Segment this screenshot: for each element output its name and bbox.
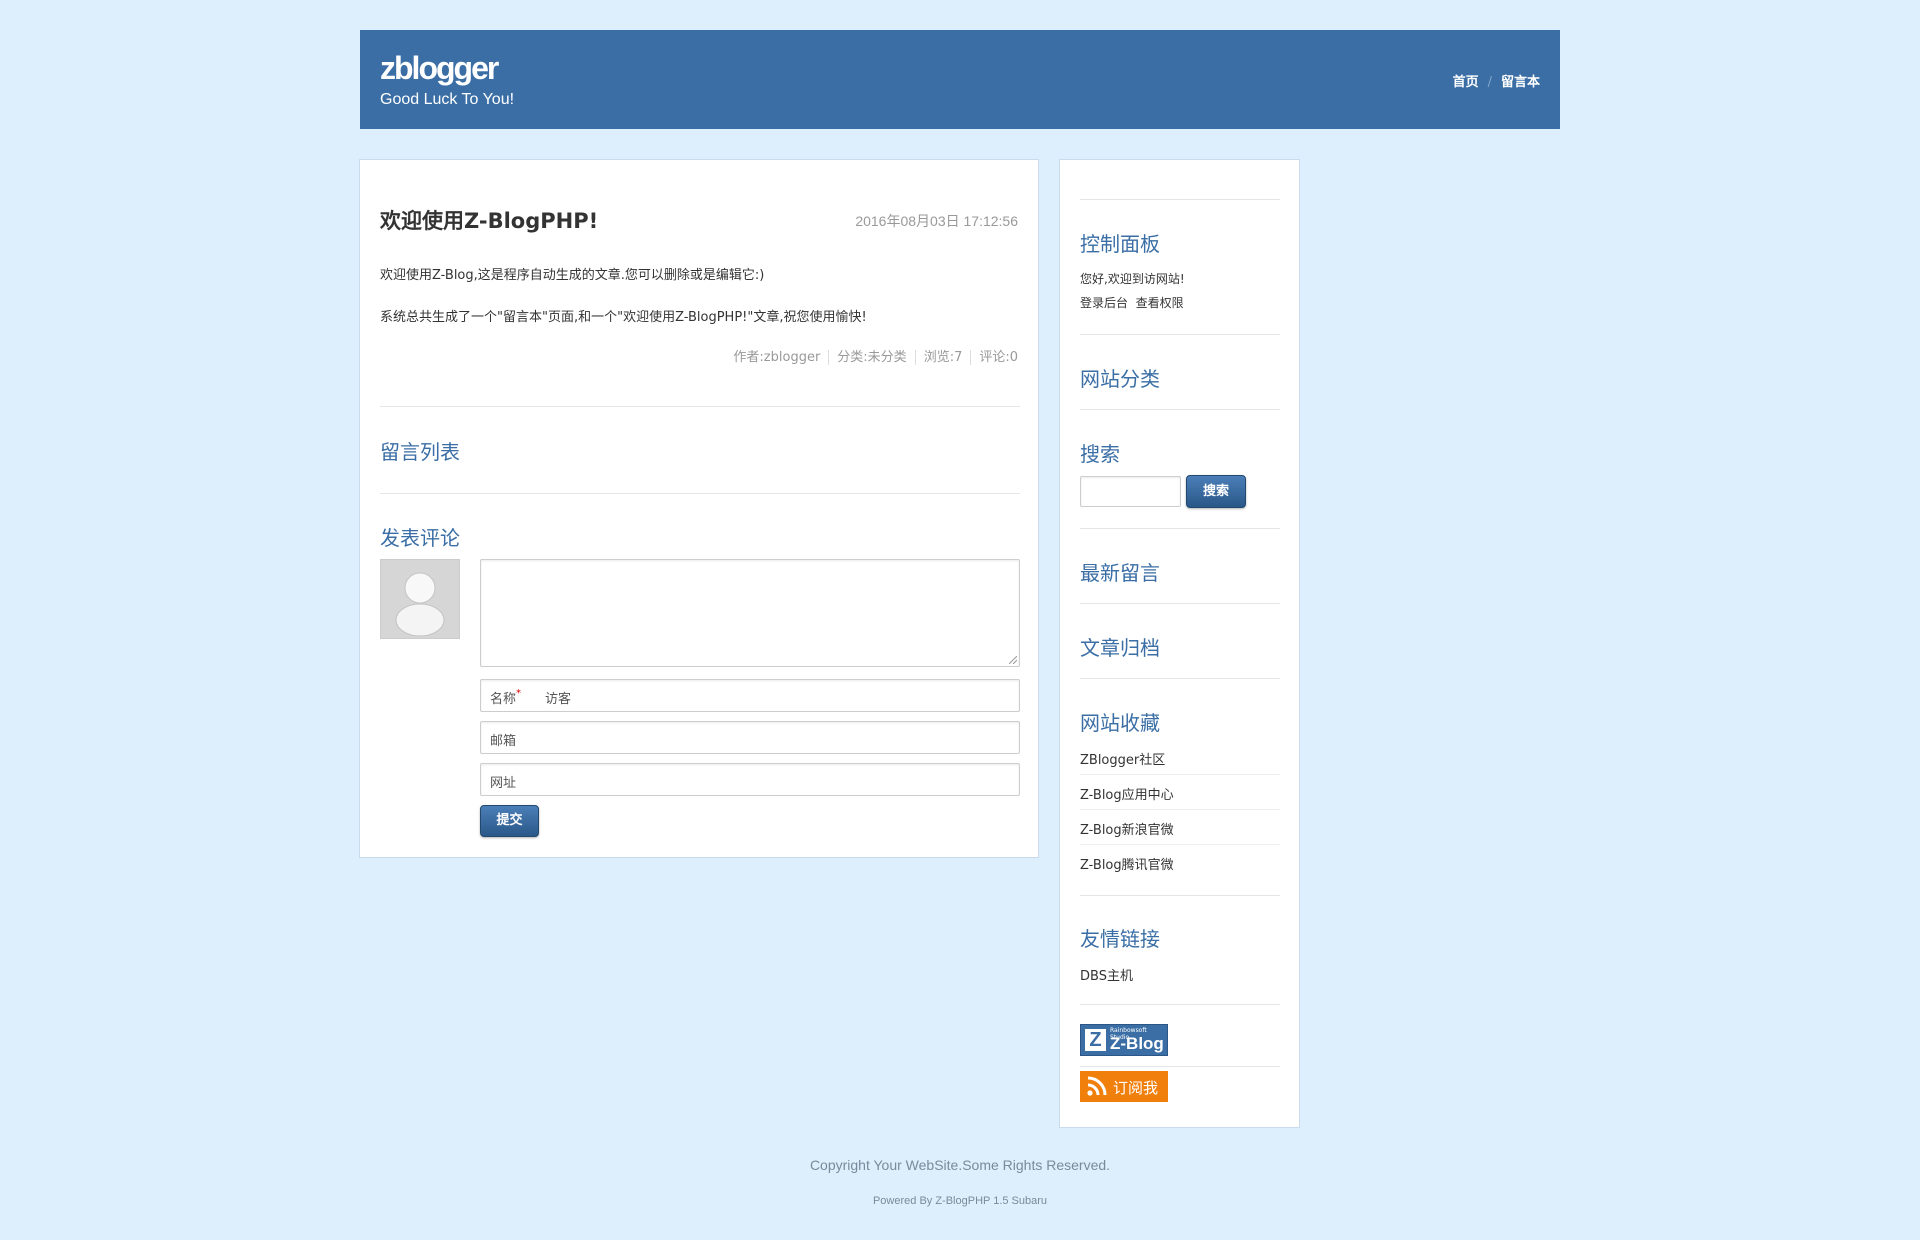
control-panel-links: 登录后台 查看权限: [1080, 294, 1184, 311]
divider: [1080, 409, 1280, 410]
sidebar: 控制面板 您好,欢迎到访网站! 登录后台 查看权限 网站分类 搜索 搜索 最新留…: [1059, 159, 1300, 1128]
url-label: 网址: [490, 776, 517, 791]
favorite-link[interactable]: Z-Blog腾讯官微: [1080, 854, 1174, 873]
post-comments-count: 评论:0: [970, 350, 1018, 365]
post-meta: 作者:zblogger 分类:未分类 浏览:7 评论:0: [725, 346, 1018, 365]
name-label: 名称*: [490, 688, 522, 707]
login-link[interactable]: 登录后台: [1080, 296, 1128, 310]
name-value[interactable]: 访客: [545, 688, 571, 707]
main-nav: 首页 / 留言本: [1453, 71, 1540, 90]
divider: [1080, 528, 1280, 529]
divider: [1080, 678, 1280, 679]
post-category[interactable]: 分类:未分类: [828, 350, 915, 365]
email-field[interactable]: 邮箱: [480, 721, 1020, 754]
email-label: 邮箱: [490, 734, 517, 749]
url-field[interactable]: 网址: [480, 763, 1020, 796]
submit-button[interactable]: 提交: [480, 805, 539, 837]
link-divider: [1080, 774, 1280, 775]
resize-grip-icon[interactable]: [1009, 656, 1017, 664]
categories-title: 网站分类: [1080, 367, 1160, 391]
favorite-link[interactable]: ZBlogger社区: [1080, 749, 1165, 768]
rss-icon: [1087, 1076, 1107, 1096]
favorite-link[interactable]: Z-Blog新浪官微: [1080, 819, 1174, 838]
divider: [380, 406, 1020, 407]
zblog-logo-letter: Z: [1085, 1029, 1106, 1051]
required-mark: *: [516, 688, 522, 699]
friend-links-title: 友情链接: [1080, 927, 1160, 951]
control-panel-title: 控制面板: [1080, 232, 1160, 256]
rss-subscribe-button[interactable]: 订阅我: [1080, 1071, 1168, 1102]
search-input[interactable]: [1080, 476, 1181, 507]
post-paragraph: 系统总共生成了一个"留言本"页面,和一个"欢迎使用Z-BlogPHP!"文章,祝…: [380, 310, 867, 325]
post-date: 2016年08月03日 17:12:56: [855, 213, 1018, 229]
comment-textarea[interactable]: [480, 559, 1020, 667]
comment-form-title: 发表评论: [380, 526, 460, 550]
post-paragraph: 欢迎使用Z-Blog,这是程序自动生成的文章.您可以删除或是编辑它:): [380, 268, 765, 283]
site-title[interactable]: zblogger: [380, 50, 499, 87]
divider: [1080, 199, 1280, 200]
name-field[interactable]: 名称* 访客: [480, 679, 1020, 712]
link-divider: [1080, 809, 1280, 810]
link-divider: [1080, 844, 1280, 845]
control-panel-welcome: 您好,欢迎到访网站!: [1080, 272, 1185, 286]
footer-copyright: Copyright Your WebSite.Some Rights Reser…: [809, 1157, 1111, 1173]
permissions-link[interactable]: 查看权限: [1136, 296, 1184, 310]
default-user-avatar-icon: [381, 560, 459, 638]
friend-link[interactable]: DBS主机: [1080, 965, 1133, 984]
search-button[interactable]: 搜索: [1186, 475, 1246, 508]
divider: [1080, 334, 1280, 335]
main-content: 欢迎使用Z-BlogPHP! 2016年08月03日 17:12:56 欢迎使用…: [359, 159, 1039, 858]
site-subtitle: Good Luck To You!: [380, 91, 515, 108]
nav-separator: /: [1487, 75, 1492, 90]
post-title[interactable]: 欢迎使用Z-BlogPHP!: [380, 205, 598, 235]
post-author[interactable]: 作者:zblogger: [725, 350, 828, 365]
divider: [1080, 1004, 1280, 1005]
divider: [380, 493, 1020, 494]
site-header: zblogger Good Luck To You! 首页 / 留言本: [360, 30, 1560, 129]
zblog-badge-text: Z-Blog: [1110, 1034, 1164, 1053]
divider: [1080, 895, 1280, 896]
avatar: [380, 559, 460, 639]
archives-title: 文章归档: [1080, 636, 1160, 660]
search-title: 搜索: [1080, 442, 1120, 466]
footer-powered[interactable]: Powered By Z-BlogPHP 1.5 Subaru: [0, 1195, 1920, 1207]
nav-item-home[interactable]: 首页: [1453, 75, 1479, 90]
favorites-title: 网站收藏: [1080, 711, 1160, 735]
rss-label: 订阅我: [1113, 1079, 1159, 1097]
zblog-badge[interactable]: Z Rainbowsoft Studio Z-Blog: [1080, 1024, 1168, 1056]
comment-list-title: 留言列表: [380, 440, 460, 464]
divider: [1080, 1066, 1280, 1067]
divider: [1080, 603, 1280, 604]
favorite-link[interactable]: Z-Blog应用中心: [1080, 784, 1174, 803]
recent-comments-title: 最新留言: [1080, 561, 1160, 585]
nav-item-guestbook[interactable]: 留言本: [1501, 75, 1540, 90]
post-views: 浏览:7: [914, 350, 971, 365]
